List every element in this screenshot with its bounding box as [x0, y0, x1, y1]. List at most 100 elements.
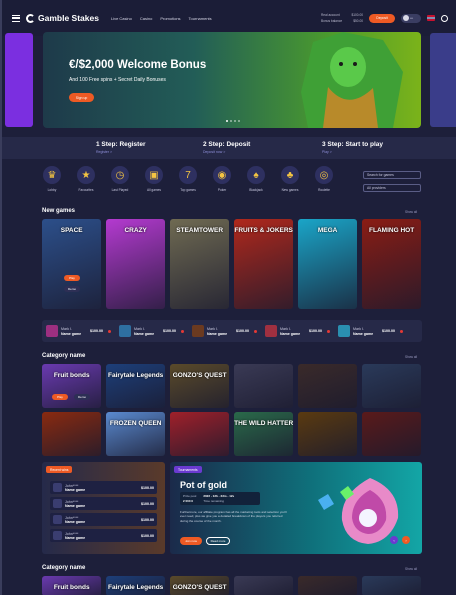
slider-dot[interactable] — [234, 120, 236, 122]
recent-win-item[interactable]: John**** Name game $100.00 — [50, 529, 157, 542]
category-label: Poker — [217, 188, 227, 192]
game-tile[interactable] — [297, 576, 358, 595]
game-tile[interactable]: Fruit bonds — [42, 576, 102, 595]
heart-icon[interactable] — [108, 329, 111, 333]
game-tile[interactable]: FRUITS & JOKERS — [233, 219, 294, 309]
seven-icon: 7 — [179, 166, 197, 184]
read-more-button[interactable]: Read more — [206, 537, 230, 545]
game-tile[interactable] — [169, 412, 230, 456]
category-label: Top games — [180, 188, 196, 192]
game-tile[interactable] — [361, 412, 422, 456]
winner-item[interactable]: Mark I. Name game $100.00 — [192, 325, 261, 337]
winner-game: Name game — [207, 331, 228, 336]
category-show-all-2[interactable]: Show all — [405, 567, 417, 571]
category-roulette[interactable]: ◎ Roulette — [314, 166, 334, 192]
flag-icon[interactable] — [427, 15, 435, 21]
spade-icon: ♠ — [247, 166, 265, 184]
heart-icon[interactable] — [400, 329, 403, 333]
brand-logo[interactable]: Gamble Stakes — [26, 13, 99, 23]
game-tile[interactable]: Fruit bonds Play Demo — [42, 364, 102, 408]
game-tile[interactable]: SPACE Play Demo — [42, 219, 102, 309]
category-top-games[interactable]: 7 Top games — [178, 166, 198, 192]
game-tile[interactable] — [297, 412, 358, 456]
game-tile[interactable] — [297, 364, 358, 408]
category-title: Category name — [42, 353, 86, 359]
category-row-3: Fruit bonds Fairytale Legends GONZO'S QUES… — [42, 576, 422, 595]
nav-casino[interactable]: Casino — [140, 16, 152, 21]
recent-win-item[interactable]: John**** Name game $100.00 — [50, 481, 157, 494]
prev-banner-preview[interactable] — [5, 33, 33, 127]
step-link[interactable]: Deposit now > — [203, 150, 250, 154]
next-arrow-icon[interactable]: › — [402, 536, 410, 544]
heart-icon[interactable] — [254, 329, 257, 333]
slider-dot[interactable] — [226, 120, 228, 122]
game-tile[interactable]: GONZO'S QUEST — [169, 364, 230, 408]
providers-select[interactable]: All providers — [363, 184, 421, 192]
game-tile-title: GONZO'S QUEST — [172, 584, 227, 591]
join-now-button[interactable]: Join now — [180, 537, 202, 545]
game-tile-title: Fairytale Legends — [108, 584, 164, 591]
demo-button[interactable]: Demo — [64, 286, 80, 292]
nav-promotions[interactable]: Promotions — [160, 16, 180, 21]
category-lobby[interactable]: ♛ Lobby — [42, 166, 62, 192]
category-blackjack[interactable]: ♠ Blackjack — [246, 166, 266, 192]
signup-button[interactable]: Sign up — [69, 93, 94, 102]
nav-tournaments[interactable]: Tournaments — [189, 16, 212, 21]
winner-item[interactable]: Mark I. Name game $100.00 — [46, 325, 115, 337]
prev-arrow-icon[interactable]: ‹ — [390, 536, 398, 544]
game-tile[interactable]: Fairytale Legends — [105, 576, 166, 595]
search-icon[interactable] — [441, 14, 448, 22]
game-tile[interactable] — [42, 412, 102, 456]
game-tile[interactable]: STEAMTOWER — [169, 219, 230, 309]
game-thumbnail — [53, 483, 62, 492]
slider-dot[interactable] — [230, 120, 232, 122]
game-tile[interactable] — [233, 364, 294, 408]
slider-dot[interactable] — [238, 120, 240, 122]
game-tile[interactable] — [361, 576, 422, 595]
steps-bar: 1 Step: Register Register > 2 Step: Depo… — [2, 137, 456, 159]
demo-button[interactable]: Demo — [74, 394, 90, 400]
category-new-games[interactable]: ♣ New games — [280, 166, 300, 192]
category-show-all[interactable]: Show all — [405, 355, 417, 359]
heart-icon[interactable] — [327, 329, 330, 333]
deposit-button[interactable]: Deposit — [369, 13, 395, 23]
game-tile[interactable]: FLAMING HOT — [361, 219, 422, 309]
nav-live-casino[interactable]: Live Casino — [111, 16, 132, 21]
game-tile[interactable]: Fairytale Legends — [105, 364, 166, 408]
category-all-games[interactable]: ▣ All games — [144, 166, 164, 192]
recent-win-item[interactable]: John**** Name game $100.00 — [50, 497, 157, 510]
winner-item[interactable]: Mark I. Name game $100.00 — [119, 325, 188, 337]
recent-win-item[interactable]: John**** Name game $100.00 — [50, 513, 157, 526]
game-tile[interactable]: MEGA — [297, 219, 358, 309]
new-games-title: New games — [42, 208, 76, 214]
game-tile[interactable]: THE WILD HATTER — [233, 412, 294, 456]
heart-icon[interactable] — [181, 329, 184, 333]
game-tile[interactable] — [233, 576, 294, 595]
category-label: Last Played — [111, 188, 129, 192]
new-games-show-all[interactable]: Show all — [405, 210, 417, 214]
step-title: 3 Step: Start to play — [322, 141, 384, 148]
prize-pool-label: Prize pool — [183, 494, 197, 498]
play-button[interactable]: Play — [52, 394, 68, 400]
game-tile[interactable]: CRAZY — [105, 219, 166, 309]
category-last-played[interactable]: ◷ Last Played — [110, 166, 130, 192]
game-tile[interactable]: FROZEN QUEEN — [105, 412, 166, 456]
step-link[interactable]: Register > — [96, 150, 146, 154]
winner-amount: $100.00 — [90, 329, 103, 333]
menu-icon[interactable] — [12, 14, 20, 22]
winner-item[interactable]: Mark I. Name game $100.00 — [265, 325, 334, 337]
crown-icon: ♛ — [43, 166, 61, 184]
next-banner-preview[interactable] — [430, 33, 456, 127]
user-menu[interactable]: ••• — [401, 13, 421, 23]
category-favourites[interactable]: ★ Favourites — [76, 166, 96, 192]
step-link[interactable]: Play > — [322, 150, 383, 154]
recent-win-amount: $100.00 — [141, 485, 154, 490]
play-button[interactable]: Play — [64, 275, 80, 281]
category-poker[interactable]: ◉ Poker — [212, 166, 232, 192]
winner-item[interactable]: Mark I. Name game $100.00 — [338, 325, 407, 337]
game-tile[interactable] — [361, 364, 422, 408]
winner-game: Name game — [134, 331, 155, 336]
game-search-input[interactable]: Search for games — [363, 171, 421, 179]
game-tile[interactable]: GONZO'S QUEST — [169, 576, 230, 595]
game-thumbnail — [338, 325, 350, 337]
